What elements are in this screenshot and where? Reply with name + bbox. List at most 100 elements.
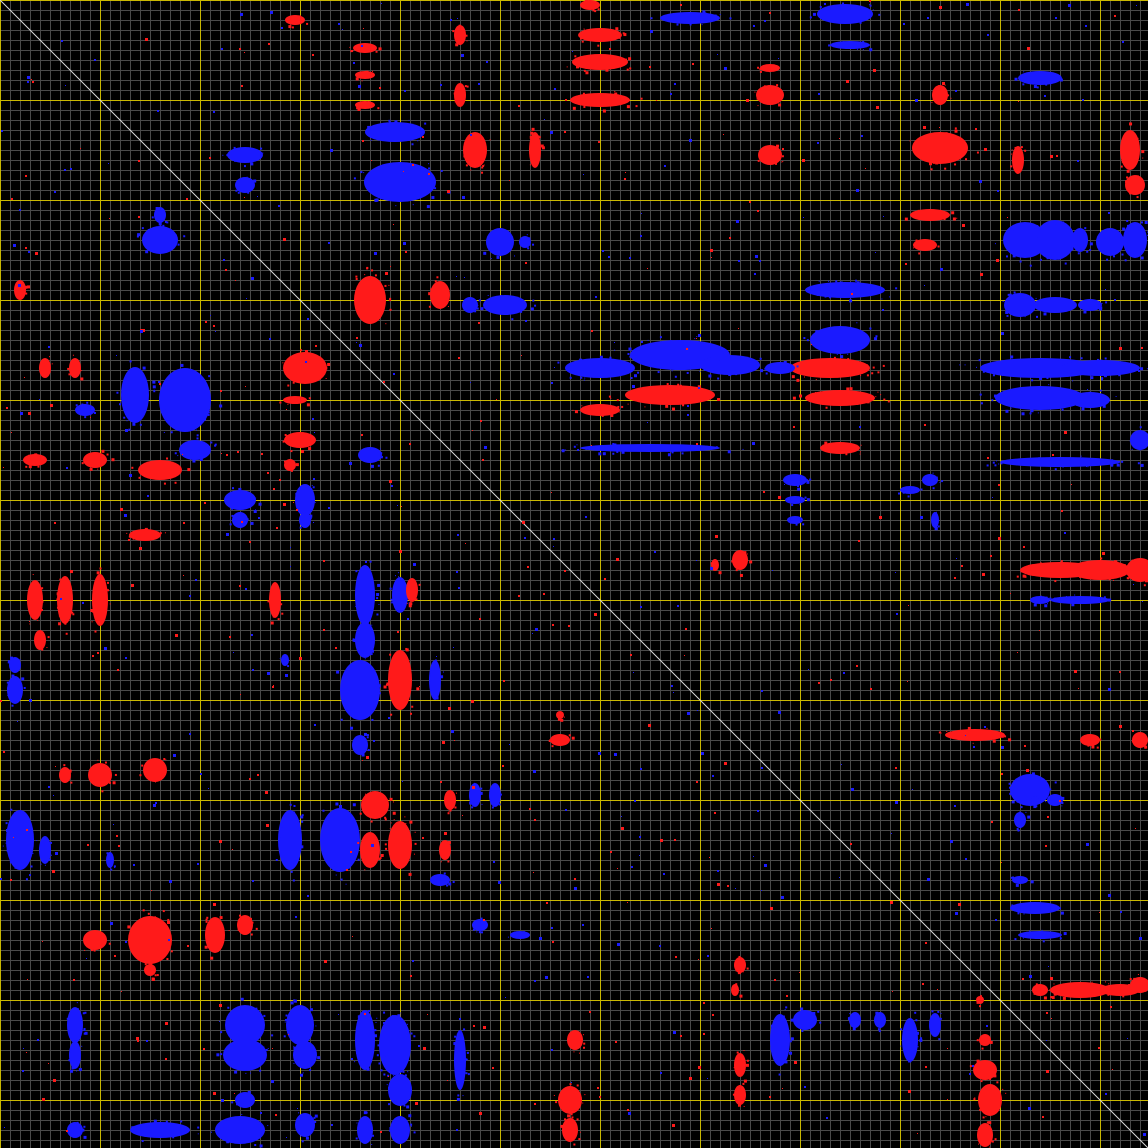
positive-peak-fringe <box>781 155 784 158</box>
positive-noise-speck <box>296 509 298 511</box>
positive-peak <box>945 729 1005 741</box>
positive-peak <box>567 1030 583 1050</box>
negative-peak-fringe <box>876 1015 879 1018</box>
positive-peak-fringe <box>1100 557 1103 560</box>
positive-noise-speck <box>947 1099 948 1100</box>
negative-peak-fringe <box>907 495 910 498</box>
negative-noise-speck <box>403 242 406 245</box>
positive-noise-speck <box>483 919 485 921</box>
negative-noise-speck <box>226 533 229 536</box>
negative-noise-speck <box>817 142 819 144</box>
positive-noise-speck <box>958 903 961 906</box>
negative-peak <box>1072 228 1088 252</box>
positive-noise-speck <box>696 781 698 783</box>
positive-noise-speck <box>157 925 159 927</box>
positive-peak-fringe <box>453 92 456 95</box>
negative-noise-speck <box>654 551 656 553</box>
positive-peak-fringe <box>991 1140 994 1143</box>
negative-peak-fringe <box>652 343 655 346</box>
positive-peak-fringe <box>86 945 89 948</box>
positive-peak-fringe <box>288 460 291 463</box>
negative-noise-speck <box>698 387 700 389</box>
negative-noise-speck <box>278 205 280 207</box>
negative-noise-speck <box>690 356 693 359</box>
positive-peak-fringe <box>1129 978 1132 981</box>
negative-noise-speck <box>598 752 601 755</box>
positive-peak-fringe <box>745 1063 749 1067</box>
positive-noise-speck <box>324 960 327 963</box>
positive-peak-fringe <box>915 211 918 214</box>
positive-peak-fringe <box>1024 149 1027 152</box>
negative-peak-fringe <box>279 658 281 660</box>
positive-noise-speck <box>294 398 296 400</box>
negative-peak-fringe <box>68 1059 71 1062</box>
negative-noise-speck <box>614 753 617 756</box>
positive-peak-fringe <box>954 129 958 133</box>
negative-peak-fringe <box>674 12 676 14</box>
positive-peak-fringe <box>627 403 629 405</box>
positive-peak-fringe <box>34 453 38 457</box>
negative-noise-speck <box>717 870 719 872</box>
positive-peak-fringe <box>918 252 921 255</box>
negative-peak-fringe <box>1118 465 1120 467</box>
negative-noise-speck <box>861 135 863 137</box>
negative-peak-fringe <box>1011 800 1015 804</box>
negative-peak-fringe <box>340 878 343 881</box>
negative-peak-fringe <box>196 434 199 437</box>
negative-noise-speck <box>571 1082 572 1083</box>
positive-noise-speck <box>769 1096 771 1098</box>
negative-peak-fringe <box>1049 372 1052 375</box>
negative-noise-speck <box>13 244 16 247</box>
positive-peak-fringe <box>160 920 162 922</box>
negative-peak-fringe <box>1011 904 1014 907</box>
negative-noise-speck <box>1139 937 1142 940</box>
negative-noise-speck <box>470 134 472 136</box>
positive-peak <box>284 432 316 448</box>
positive-noise-speck <box>521 355 522 356</box>
negative-peak-fringe <box>335 874 337 876</box>
negative-noise-speck <box>572 51 573 52</box>
contact-map-plot[interactable] <box>0 0 1148 1148</box>
positive-peak-fringe <box>1133 135 1135 137</box>
positive-peak-fringe <box>1056 985 1060 989</box>
negative-peak-fringe <box>394 1117 397 1120</box>
positive-peak-fringe <box>531 127 535 131</box>
negative-noise-speck <box>965 735 966 736</box>
negative-peak-fringe <box>1118 374 1121 377</box>
negative-peak-fringe <box>868 14 872 18</box>
negative-peak-fringe <box>868 3 870 5</box>
positive-noise-speck <box>273 685 274 686</box>
positive-peak-fringe <box>583 29 585 31</box>
positive-noise-speck <box>145 38 148 41</box>
positive-peak-fringe <box>614 92 618 96</box>
negative-peak-fringe <box>676 23 679 26</box>
positive-peak-fringe <box>1020 570 1023 573</box>
negative-peak-fringe <box>480 917 483 920</box>
negative-peak-fringe <box>1040 595 1042 597</box>
negative-peak-fringe <box>1004 236 1007 239</box>
positive-peak-fringe <box>1020 146 1023 149</box>
negative-peak-fringe <box>246 518 249 521</box>
negative-peak-fringe <box>1047 797 1050 800</box>
negative-noise-speck <box>786 1045 789 1048</box>
negative-peak-fringe <box>856 48 858 50</box>
negative-peak-fringe <box>850 1025 852 1027</box>
negative-peak-fringe <box>377 138 380 141</box>
negative-peak-fringe <box>391 601 394 604</box>
negative-peak <box>392 577 408 613</box>
positive-peak-fringe <box>405 648 409 652</box>
positive-noise-speck <box>1071 484 1072 485</box>
positive-peak <box>454 25 466 45</box>
negative-peak <box>286 1005 314 1045</box>
negative-peak-fringe <box>1030 902 1033 905</box>
positive-peak-fringe <box>972 742 974 744</box>
positive-peak-fringe <box>144 963 147 966</box>
positive-peak-fringe <box>979 1108 982 1111</box>
positive-noise-speck <box>11 432 12 433</box>
positive-noise-speck <box>749 201 751 203</box>
negative-peak-fringe <box>361 625 363 627</box>
positive-noise-speck <box>31 79 32 80</box>
positive-noise-speck <box>1024 745 1026 747</box>
negative-peak-fringe <box>992 374 995 377</box>
negative-noise-speck <box>1 130 3 132</box>
